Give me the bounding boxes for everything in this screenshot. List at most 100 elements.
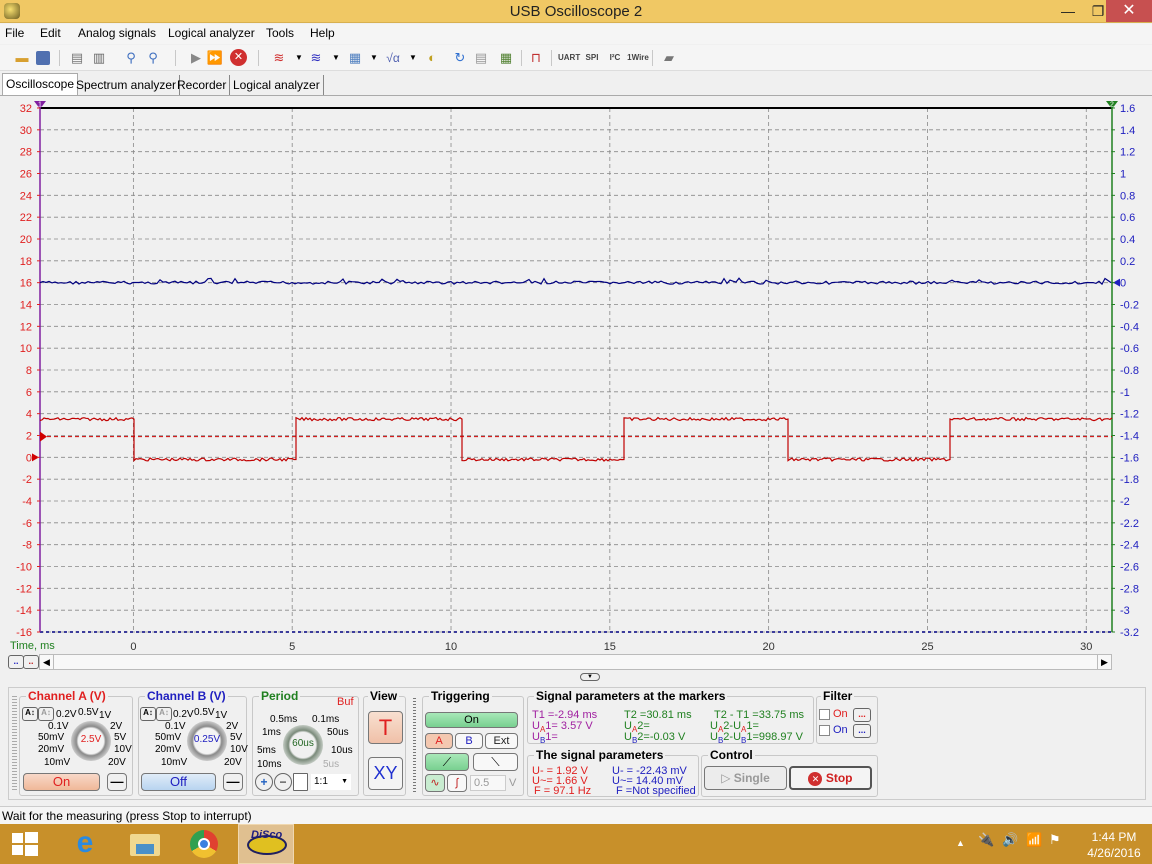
save-icon[interactable]: [36, 51, 50, 65]
refresh-icon[interactable]: ↻: [451, 49, 469, 67]
stop-button[interactable]: ✕ Stop: [789, 766, 872, 790]
zoom-ratio-select[interactable]: 1:1 ▼: [311, 774, 351, 790]
channel-a-scale-knob[interactable]: 2.5V: [71, 721, 111, 761]
falling-edge-button[interactable]: ⟍: [473, 753, 518, 771]
page-button[interactable]: [293, 773, 308, 791]
sqrt-math-icon[interactable]: √α: [384, 49, 402, 67]
tab-oscilloscope[interactable]: Oscilloscope: [2, 73, 79, 95]
start-button[interactable]: [0, 824, 56, 864]
timer-icon[interactable]: ⊓: [527, 49, 545, 67]
period-knob[interactable]: 60us: [283, 725, 323, 765]
menu-file[interactable]: File: [5, 26, 24, 40]
filter-a-label: On: [833, 708, 848, 720]
scroll-right-arrow[interactable]: ▶: [1097, 655, 1111, 669]
zoom-region-icon[interactable]: ⚲: [144, 49, 162, 67]
dropdown-icon[interactable]: ▼: [365, 49, 383, 67]
channel-a-math-icon[interactable]: ≋: [270, 49, 288, 67]
channel-b-invert-button[interactable]: —: [223, 773, 243, 791]
menu-edit[interactable]: Edit: [40, 26, 61, 40]
action-center-icon[interactable]: ⚑: [1049, 832, 1061, 848]
collapse-panel-button[interactable]: ▼: [580, 673, 600, 681]
panel-grip[interactable]: [12, 696, 17, 792]
filter-b-checkbox[interactable]: [819, 725, 830, 736]
show-hidden-icons[interactable]: ▲: [956, 838, 965, 848]
stop-icon[interactable]: ✕: [230, 49, 247, 66]
zoom-icon[interactable]: ⚲: [122, 49, 140, 67]
filter-a-settings-button[interactable]: ...: [853, 708, 871, 722]
channel-a-autoscale-alt-button[interactable]: A↕: [38, 707, 54, 721]
channel-a-scroll-button[interactable]: ..: [23, 655, 39, 669]
trigger-level-input[interactable]: 0.5: [470, 775, 506, 791]
right-axis-tick-label: -2: [1120, 496, 1130, 508]
i2c-icon[interactable]: I²C: [605, 49, 625, 67]
open-icon[interactable]: ▬: [13, 49, 31, 67]
tab-recorder[interactable]: Recorder: [174, 75, 231, 95]
trigger-source-b-button[interactable]: B: [455, 733, 483, 749]
scale-label: 5ms: [257, 745, 276, 756]
menu-logical-analyzer[interactable]: Logical analyzer: [168, 26, 255, 40]
dropdown-icon[interactable]: ▼: [327, 49, 345, 67]
time-view-button[interactable]: T: [368, 711, 403, 744]
marker-1-label: 1: [38, 102, 42, 109]
channel-b-off-button[interactable]: Off: [141, 773, 216, 791]
dropdown-icon[interactable]: ▼: [404, 49, 422, 67]
trigger-mode-level-button[interactable]: ∫: [447, 774, 467, 792]
network-icon[interactable]: 📶: [1026, 832, 1042, 848]
right-axis-tick-label: -2.4: [1120, 540, 1139, 552]
internet-explorer-icon[interactable]: e: [57, 824, 113, 864]
filter-b-settings-button[interactable]: ...: [853, 724, 871, 738]
scale-label: 5V: [114, 732, 127, 743]
xy-view-button[interactable]: XY: [368, 757, 403, 790]
file-explorer-icon[interactable]: [118, 824, 174, 864]
tab-spectrum-analyzer[interactable]: Spectrum analyzer: [73, 75, 181, 95]
scroll-left-arrow[interactable]: ◀: [40, 655, 54, 669]
clock-date: 4/26/2016: [1087, 846, 1141, 860]
clock[interactable]: 1:44 PM 4/26/2016: [1080, 829, 1148, 861]
menu-help[interactable]: Help: [310, 26, 335, 40]
menu-tools[interactable]: Tools: [266, 26, 294, 40]
table-icon[interactable]: ▦: [497, 49, 515, 67]
channel-a-invert-button[interactable]: —: [107, 773, 127, 791]
trigger-source-a-button[interactable]: A: [425, 733, 453, 749]
uart-icon[interactable]: UART: [558, 49, 580, 67]
chrome-icon[interactable]: [178, 824, 234, 864]
channel-b-autoscale-alt-button[interactable]: A↕: [156, 707, 172, 721]
spi-icon[interactable]: SPI: [582, 49, 602, 67]
channel-b-scale-knob[interactable]: 0.25V: [187, 721, 227, 761]
scale-label: 0.5V: [78, 707, 99, 718]
dropdown-icon[interactable]: ▼: [290, 49, 308, 67]
trigger-source-ext-button[interactable]: Ext: [485, 733, 518, 749]
time-scrollbar[interactable]: ◀ ▶: [39, 654, 1112, 670]
channel-b-autoscale-button[interactable]: A↕: [140, 707, 156, 721]
zoom-in-button[interactable]: +: [255, 773, 273, 791]
trigger-on-button[interactable]: On: [425, 712, 518, 728]
volume-icon[interactable]: 🔊: [1002, 832, 1018, 848]
channel-a-autoscale-button[interactable]: A↕: [22, 707, 38, 721]
channel-b-math-icon[interactable]: ≋: [307, 49, 325, 67]
right-axis-tick-label: 1.6: [1120, 103, 1135, 115]
calculator-icon[interactable]: ▦: [346, 49, 364, 67]
plot-canvas[interactable]: 12 -16-14-12-10-8-6-4-202468101214161820…: [0, 96, 1152, 686]
chip-icon[interactable]: ▰: [660, 49, 678, 67]
sound-icon[interactable]: ◐: [423, 49, 441, 67]
print-preview-icon[interactable]: ▤: [68, 49, 86, 67]
run-icon[interactable]: ▶: [187, 49, 205, 67]
print-icon[interactable]: ▥: [90, 49, 108, 67]
channel-b-scroll-button[interactable]: ..: [8, 655, 24, 669]
channel-a-on-button[interactable]: On: [23, 773, 100, 791]
scale-label: 1ms: [262, 727, 281, 738]
single-button[interactable]: ▷ Single: [704, 766, 787, 790]
trigger-mode-auto-button[interactable]: ∿: [425, 774, 445, 792]
power-icon[interactable]: 🔌: [978, 832, 994, 848]
menu-analog-signals[interactable]: Analog signals: [78, 26, 156, 40]
filter-a-checkbox[interactable]: [819, 709, 830, 720]
tab-logical-analyzer[interactable]: Logical analyzer: [230, 75, 324, 95]
notes-icon[interactable]: ▤: [472, 49, 490, 67]
zoom-out-button[interactable]: −: [274, 773, 292, 791]
rising-edge-button[interactable]: ⟋: [425, 753, 469, 771]
1wire-icon[interactable]: 1Wire: [627, 49, 649, 67]
minimize-button[interactable]: —: [1053, 0, 1083, 22]
close-button[interactable]: ✕: [1106, 0, 1152, 22]
disco-app-icon[interactable]: DiSco: [238, 824, 294, 864]
run-continuous-icon[interactable]: ⏩: [206, 49, 224, 67]
